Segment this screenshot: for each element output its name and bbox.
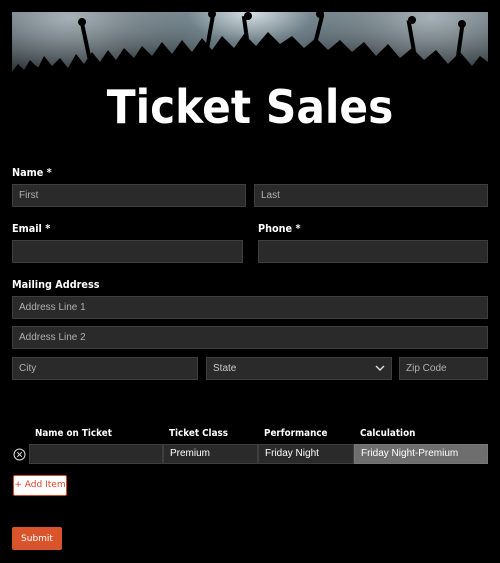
column-header-name-on-ticket: Name on Ticket <box>35 428 112 439</box>
ticket-class-select[interactable]: Premium <box>163 444 258 464</box>
remove-circle-icon[interactable] <box>13 448 26 461</box>
submit-button[interactable]: Submit <box>12 527 62 550</box>
column-header-ticket-class: Ticket Class <box>169 428 228 439</box>
zip-code-input[interactable] <box>399 357 488 380</box>
address-line-2-input[interactable] <box>12 326 488 349</box>
address-line-1-input[interactable] <box>12 296 488 319</box>
phone-label: Phone * <box>258 222 301 235</box>
column-header-performance: Performance <box>264 428 328 439</box>
column-header-calculation: Calculation <box>360 428 416 439</box>
hero-banner: Ticket Sales <box>12 12 488 146</box>
email-input[interactable] <box>12 240 243 263</box>
first-name-input[interactable] <box>12 184 246 207</box>
state-select-value: State <box>213 363 237 374</box>
email-label: Email * <box>12 222 51 235</box>
performance-select[interactable]: Friday Night <box>258 444 354 464</box>
name-on-ticket-input[interactable] <box>29 444 163 464</box>
city-input[interactable] <box>12 357 198 380</box>
chevron-down-icon <box>375 365 385 371</box>
mailing-address-label: Mailing Address <box>12 278 100 291</box>
calculation-field: Friday Night-Premium <box>354 444 488 464</box>
phone-input[interactable] <box>258 240 488 263</box>
page-title: Ticket Sales <box>106 80 394 134</box>
last-name-input[interactable] <box>254 184 488 207</box>
add-item-button[interactable]: + Add Item <box>13 475 67 496</box>
name-label: Name * <box>12 166 52 179</box>
state-select[interactable]: State <box>206 357 392 380</box>
